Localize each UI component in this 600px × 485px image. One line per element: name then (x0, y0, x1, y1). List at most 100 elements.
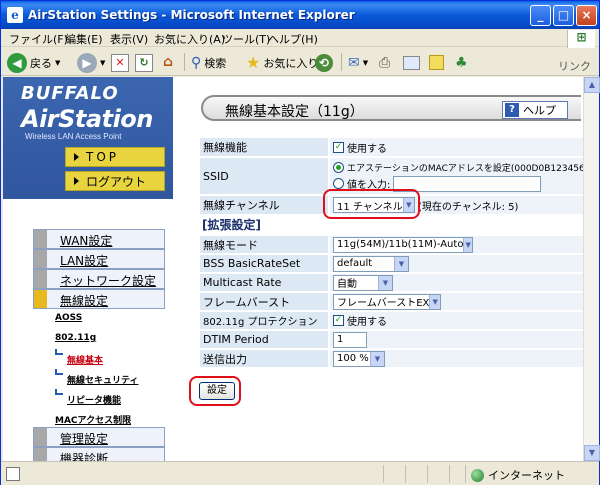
nav-wan[interactable]: WAN設定 (33, 229, 165, 249)
browser-window: e AirStation Settings - Microsoft Intern… (0, 0, 600, 485)
scroll-up-icon[interactable]: ▲ (584, 77, 600, 93)
nav-lan[interactable]: LAN設定 (33, 249, 165, 269)
toolbar-separator (341, 53, 342, 71)
security-zone: インターネット (471, 467, 565, 483)
print-button[interactable]: ⎙ (379, 52, 390, 73)
logout-button[interactable]: ログアウト (65, 171, 165, 191)
airstation-logo: AirStation (21, 105, 153, 133)
menu-help[interactable]: ヘルプ(H) (268, 31, 318, 47)
row-frameburst: フレームバースト フレームバーストEX ▼ (199, 292, 583, 311)
row-bss: BSS BasicRateSet default ▼ (199, 254, 583, 273)
menu-edit[interactable]: 編集(E) (65, 31, 103, 47)
history-button[interactable]: ⟲ (315, 52, 333, 73)
title-bar: e AirStation Settings - Microsoft Intern… (1, 1, 599, 29)
nav-wireless-security[interactable]: 無線セキュリティ (67, 373, 138, 386)
nav-diagnostics-label: 機器診断 (60, 452, 109, 461)
printer-icon: ⎙ (379, 54, 391, 71)
nav-management[interactable]: 管理設定 (33, 427, 165, 447)
stop-button[interactable]: ✕ (111, 52, 129, 73)
nav-marker-icon (34, 428, 47, 446)
chevron-down-icon: ▼ (100, 58, 106, 67)
discuss-button[interactable] (429, 52, 444, 73)
ssid-input-radio[interactable] (333, 178, 344, 189)
close-button[interactable]: × (576, 5, 597, 26)
multicast-select[interactable]: 自動 ▼ (333, 274, 393, 291)
nav-network[interactable]: ネットワーク設定 (33, 269, 165, 289)
protection-checkbox[interactable]: ✓ (333, 315, 344, 326)
frameburst-select[interactable]: フレームバーストEX ▼ (333, 293, 441, 310)
status-divider (449, 465, 450, 483)
nav-wireless-basic[interactable]: 無線基本 (67, 353, 103, 366)
nav-marker-icon (34, 448, 47, 461)
mail-button[interactable]: ✉ ▼ (348, 52, 368, 73)
nav-wireless[interactable]: 無線設定 (33, 289, 165, 309)
minimize-button[interactable]: _ (530, 5, 551, 26)
chevron-down-icon: ▼ (55, 58, 61, 67)
row-multicast: Multicast Rate 自動 ▼ (199, 273, 583, 292)
favorites-button[interactable]: ★ お気に入り (246, 52, 318, 73)
ssid-mac-label: エアステーションのMACアドレスを設定(000D0B123456) (347, 163, 583, 174)
vertical-scrollbar[interactable]: ▲ ▼ (583, 77, 600, 461)
nav-management-label: 管理設定 (60, 432, 109, 446)
scroll-down-icon[interactable]: ▼ (584, 445, 600, 461)
mode-select[interactable]: 11g(54M)/11b(11M)-Auto ▼ (333, 236, 473, 253)
edit-button[interactable] (403, 52, 420, 73)
edit-window-icon (403, 55, 420, 70)
status-divider (383, 465, 384, 483)
messenger-button[interactable]: ♣ (455, 52, 468, 73)
main-panel: 無線基本設定（11g） ? ヘルプ 無線機能 ✓ 使用する SSID エアステー… (189, 77, 583, 461)
back-arrow-icon: ◀ (7, 52, 27, 73)
links-label[interactable]: リンク (558, 58, 591, 74)
nav-diagnostics[interactable]: 機器診断 (33, 447, 165, 461)
maximize-button[interactable]: □ (553, 5, 574, 26)
forward-button[interactable]: ▶ ▼ (77, 52, 105, 73)
status-divider (465, 465, 466, 483)
bss-select[interactable]: default ▼ (333, 255, 409, 272)
menu-favorites[interactable]: お気に入り(A) (154, 31, 225, 47)
channel-label: 無線チャンネル (199, 195, 329, 215)
search-button[interactable]: ⚲ 検索 (191, 52, 226, 73)
frameburst-value: フレームバーストEX (337, 298, 430, 309)
status-divider (405, 465, 406, 483)
multicast-label: Multicast Rate (199, 273, 329, 292)
top-button-label: TOP (86, 150, 120, 164)
advanced-heading: [拡張設定] (202, 218, 261, 232)
menu-bar: ファイル(F) 編集(E) 表示(V) お気に入り(A) ツール(T) ヘルプ(… (1, 29, 599, 48)
page-title-bar: 無線基本設定（11g） ? ヘルプ (201, 95, 581, 121)
messenger-icon: ♣ (455, 54, 468, 71)
tx-power-select[interactable]: 100 % ▼ (333, 350, 385, 367)
search-icon: ⚲ (191, 54, 202, 71)
nav-aoss[interactable]: AOSS (55, 313, 82, 323)
chevron-down-icon: ▼ (394, 256, 408, 271)
star-icon: ★ (246, 53, 261, 72)
buffalo-logo: BUFFALO (21, 83, 119, 104)
ie-icon: e (7, 7, 23, 23)
home-button[interactable]: ⌂ (159, 52, 177, 73)
highlight-ring-submit (189, 376, 241, 406)
dtim-cell: 1 (329, 330, 583, 349)
arrow-right-icon (74, 153, 79, 161)
dtim-input[interactable]: 1 (333, 331, 367, 348)
back-button[interactable]: ◀ 戻る ▼ (7, 52, 60, 73)
page-title: 無線基本設定（11g） (225, 104, 364, 120)
ssid-mac-radio[interactable] (333, 161, 344, 173)
ssid-option-mac: エアステーションのMACアドレスを設定(000D0B123456) (333, 161, 583, 174)
nav-80211g[interactable]: 802.11g (55, 333, 96, 343)
menu-tools[interactable]: ツール(T) (222, 31, 270, 47)
zone-label: インターネット (488, 469, 565, 482)
refresh-button[interactable]: ↻ (135, 52, 153, 73)
toolbar-separator (184, 53, 185, 71)
help-button[interactable]: ? ヘルプ (502, 101, 568, 119)
sub-branch-icon (55, 349, 63, 355)
nav-marker-icon (34, 250, 47, 268)
home-icon: ⌂ (162, 53, 174, 70)
menu-file[interactable]: ファイル(F) (9, 31, 68, 47)
nav-mac-access[interactable]: MACアクセス制限 (55, 413, 131, 426)
wireless-function-label: 無線機能 (199, 137, 329, 157)
nav-repeater[interactable]: リピータ機能 (67, 393, 121, 406)
menu-view[interactable]: 表示(V) (110, 31, 148, 47)
wireless-function-checkbox[interactable]: ✓ (333, 141, 344, 153)
top-button[interactable]: TOP (65, 147, 165, 167)
mode-cell: 11g(54M)/11b(11M)-Auto ▼ (329, 235, 583, 254)
protection-check-label: 使用する (347, 317, 387, 328)
